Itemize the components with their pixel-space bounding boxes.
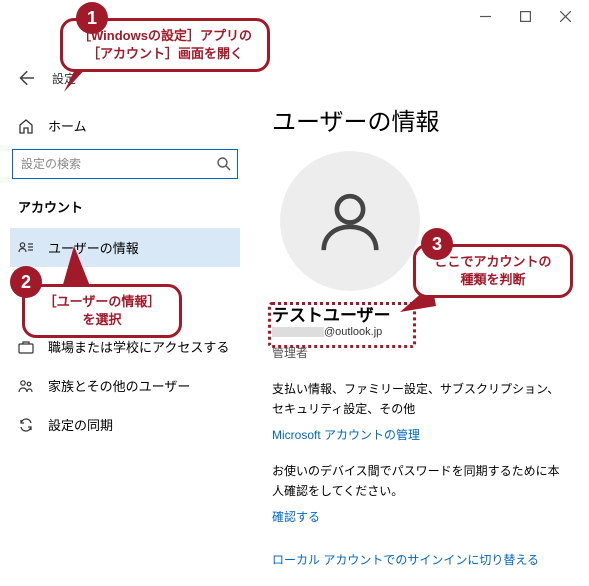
annotation-highlight-box bbox=[268, 302, 416, 348]
avatar bbox=[280, 151, 420, 291]
sidebar-item-label: 家族とその他のユーザー bbox=[48, 376, 190, 395]
sidebar-item-sync[interactable]: 設定の同期 bbox=[10, 405, 240, 444]
sidebar-item-label: 職場または学校にアクセスする bbox=[48, 337, 229, 356]
switch-local-link[interactable]: ローカル アカウントでのサインインに切り替える bbox=[272, 551, 539, 568]
people-icon bbox=[18, 378, 34, 394]
home-icon bbox=[18, 118, 34, 134]
home-label: ホーム bbox=[48, 116, 87, 135]
sidebar-item-family[interactable]: 家族とその他のユーザー bbox=[10, 366, 240, 405]
annotation-badge-1: 1 bbox=[76, 2, 108, 34]
account-settings-text: 支払い情報、ファミリー設定、サブスクリプション、セキュリティ設定、その他 bbox=[272, 379, 569, 420]
maximize-button[interactable] bbox=[505, 2, 545, 30]
sync-icon bbox=[18, 417, 34, 433]
user-card-icon bbox=[18, 240, 34, 256]
section-label: アカウント bbox=[10, 197, 240, 228]
minimize-button[interactable] bbox=[465, 2, 505, 30]
home-nav[interactable]: ホーム bbox=[10, 110, 240, 145]
sidebar-item-user-info[interactable]: ユーザーの情報 bbox=[10, 228, 240, 267]
page-title: ユーザーの情報 bbox=[272, 102, 569, 137]
verify-text: お使いのデバイス間でパスワードを同期するために本人確認をしてください。 bbox=[272, 461, 569, 502]
annotation-callout-2: ［ユーザーの情報］を選択 bbox=[22, 284, 182, 338]
verify-link[interactable]: 確認する bbox=[272, 508, 320, 525]
annotation-badge-3: 3 bbox=[421, 228, 453, 260]
search-field[interactable] bbox=[21, 157, 217, 171]
briefcase-icon bbox=[18, 339, 34, 355]
manage-account-link[interactable]: Microsoft アカウントの管理 bbox=[272, 426, 420, 443]
sidebar-item-label: 設定の同期 bbox=[48, 415, 113, 434]
annotation-badge-2: 2 bbox=[10, 266, 42, 298]
search-input[interactable] bbox=[12, 149, 238, 179]
search-icon bbox=[217, 157, 231, 171]
close-button[interactable] bbox=[545, 2, 585, 30]
